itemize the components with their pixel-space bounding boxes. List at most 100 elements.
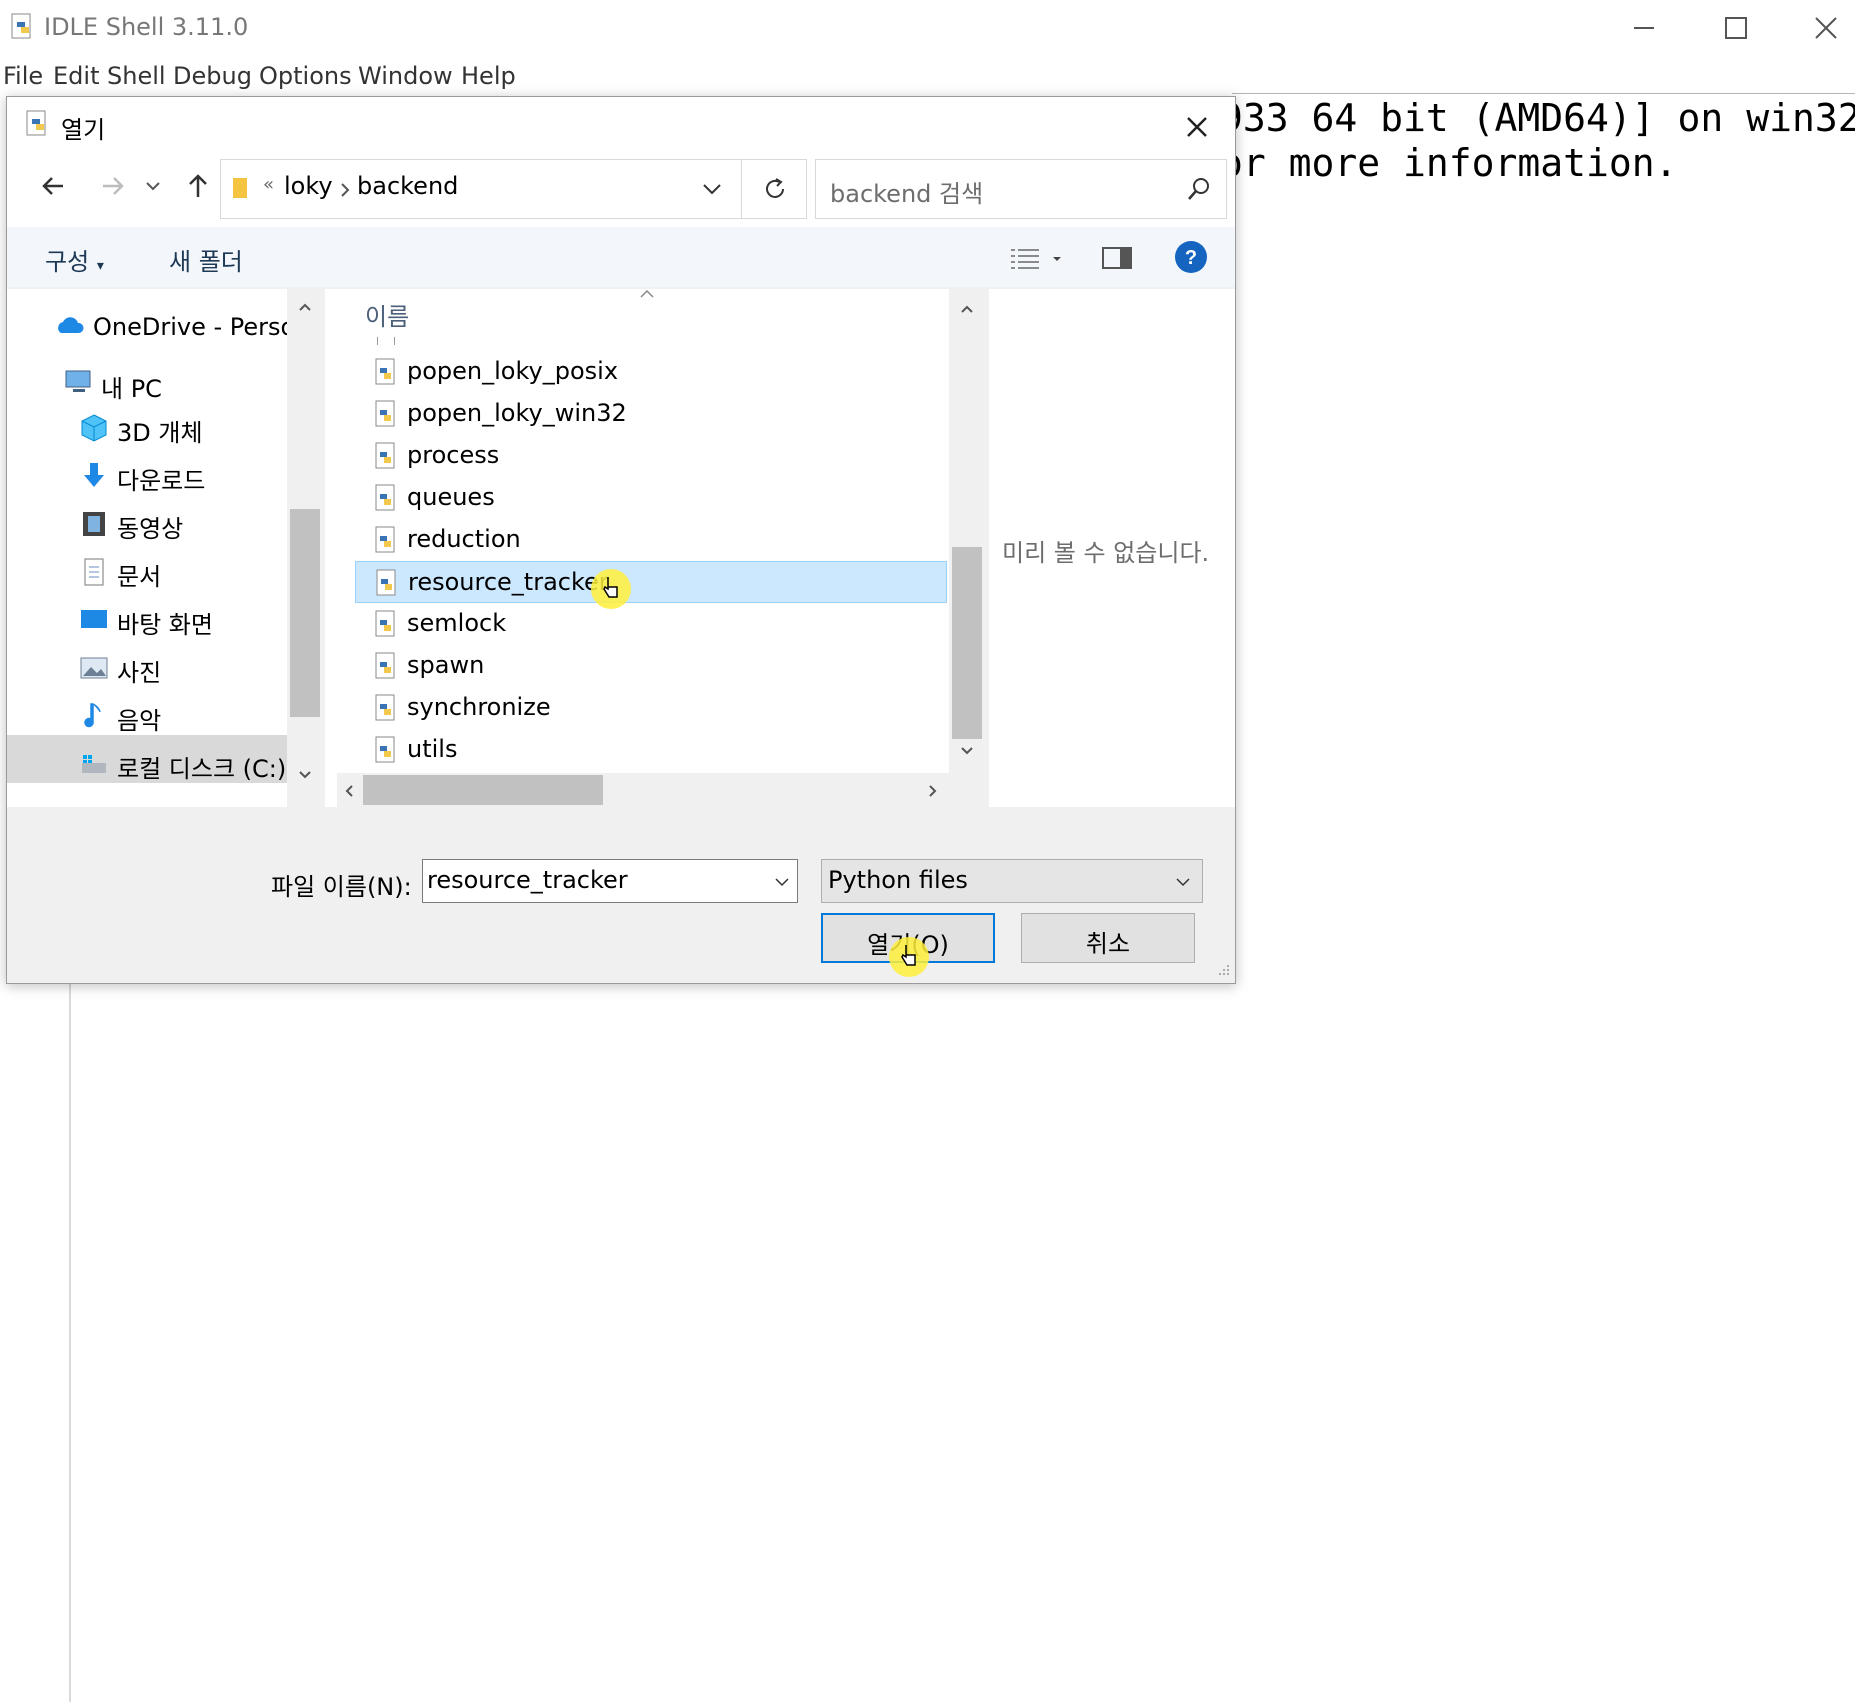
menu-options[interactable]: Options bbox=[259, 62, 352, 90]
up-arrow-icon[interactable] bbox=[179, 167, 217, 205]
file-name: semlock bbox=[407, 609, 507, 637]
scroll-right-icon[interactable] bbox=[927, 783, 939, 799]
file-row-selected[interactable]: resource_tracker bbox=[355, 561, 947, 603]
search-icon[interactable] bbox=[1186, 176, 1212, 202]
preview-unavailable-text: 미리 볼 수 없습니다. bbox=[1002, 539, 1210, 567]
chevron-down-icon[interactable] bbox=[773, 876, 791, 888]
python-file-icon bbox=[375, 652, 395, 679]
file-name: resource_tracker bbox=[408, 568, 609, 596]
new-folder-button[interactable]: 새 폴더 bbox=[169, 242, 243, 277]
scroll-down-icon[interactable] bbox=[959, 745, 975, 757]
nav-item-pictures[interactable]: 사진 bbox=[117, 653, 161, 688]
folder-icon bbox=[233, 178, 247, 198]
forward-arrow-icon[interactable] bbox=[93, 167, 131, 205]
file-list-vertical-thumb[interactable] bbox=[952, 547, 982, 739]
refresh-icon bbox=[766, 178, 784, 198]
search-placeholder: backend 검색 bbox=[830, 180, 984, 208]
scroll-down-icon[interactable] bbox=[297, 769, 313, 781]
file-name: queues bbox=[407, 483, 495, 511]
back-arrow-icon[interactable] bbox=[35, 167, 73, 205]
nav-item-videos[interactable]: 동영상 bbox=[117, 509, 183, 544]
preview-pane-icon[interactable] bbox=[1101, 245, 1133, 271]
download-icon bbox=[84, 463, 104, 487]
breadcrumb-overflow[interactable]: « bbox=[263, 174, 274, 195]
python-file-icon bbox=[26, 110, 46, 136]
python-file-icon bbox=[375, 400, 395, 427]
file-row[interactable]: process bbox=[355, 435, 947, 477]
nav-item-onedrive[interactable]: OneDrive - Persor bbox=[93, 313, 287, 341]
scroll-up-icon[interactable] bbox=[297, 301, 313, 313]
resize-grip-icon[interactable] bbox=[1217, 963, 1231, 977]
cancel-button-label: 취소 bbox=[1085, 930, 1131, 958]
recent-locations-chevron-icon[interactable] bbox=[141, 167, 165, 205]
menu-window[interactable]: Window bbox=[358, 62, 453, 90]
python-file-icon bbox=[375, 358, 395, 385]
chevron-down-icon[interactable] bbox=[1174, 876, 1192, 888]
file-row[interactable]: popen_loky_posix bbox=[355, 351, 947, 393]
address-bar[interactable]: « loky backend bbox=[220, 159, 742, 219]
menu-edit[interactable]: Edit bbox=[53, 62, 99, 90]
desktop-icon bbox=[81, 610, 107, 628]
menu-debug[interactable]: Debug bbox=[173, 62, 252, 90]
dialog-close-icon[interactable] bbox=[1177, 107, 1217, 147]
document-icon bbox=[84, 558, 104, 586]
address-dropdown-icon[interactable] bbox=[701, 180, 723, 198]
nav-item-downloads[interactable]: 다운로드 bbox=[117, 461, 205, 496]
shell-output[interactable]: 933 64 bit (AMD64)] on win32 or more info… bbox=[1220, 96, 1855, 186]
menu-help[interactable]: Help bbox=[461, 62, 516, 90]
close-icon[interactable] bbox=[1796, 8, 1855, 48]
python-file-icon bbox=[375, 484, 395, 511]
view-options-icon[interactable] bbox=[1009, 245, 1065, 271]
nav-item-3d-objects[interactable]: 3D 개체 bbox=[117, 413, 203, 448]
svg-text:?: ? bbox=[1185, 247, 1197, 269]
minimize-icon[interactable] bbox=[1614, 8, 1674, 48]
python-file-icon bbox=[11, 13, 31, 39]
video-icon bbox=[83, 512, 105, 536]
filename-value: resource_tracker bbox=[427, 866, 628, 894]
scroll-up-icon[interactable] bbox=[959, 303, 975, 315]
file-list-horizontal-thumb[interactable] bbox=[363, 775, 603, 805]
file-row[interactable]: queues bbox=[355, 477, 947, 519]
help-icon[interactable]: ? bbox=[1173, 239, 1209, 275]
file-name: spawn bbox=[407, 651, 485, 679]
file-name: utils bbox=[407, 735, 458, 763]
this-pc-icon bbox=[65, 370, 91, 392]
file-row[interactable]: utils bbox=[355, 729, 947, 771]
scroll-left-icon[interactable] bbox=[343, 783, 355, 799]
column-header-name[interactable]: 이름 bbox=[365, 297, 409, 332]
search-box[interactable]: backend 검색 bbox=[815, 159, 1227, 219]
python-file-icon bbox=[375, 736, 395, 763]
filetype-select[interactable]: Python files bbox=[821, 859, 1203, 903]
file-name: reduction bbox=[407, 525, 521, 553]
maximize-icon[interactable] bbox=[1706, 8, 1766, 48]
organize-label: 구성 bbox=[45, 248, 90, 276]
dialog-title-bar: 열기 bbox=[7, 97, 1235, 153]
refresh-button[interactable] bbox=[742, 159, 807, 219]
shell-gutter bbox=[69, 980, 71, 1702]
hand-cursor-icon bbox=[603, 577, 618, 598]
file-row[interactable]: popen_loky_win32 bbox=[355, 393, 947, 435]
title-bar: IDLE Shell 3.11.0 bbox=[0, 0, 1855, 56]
breadcrumb-backend[interactable]: backend bbox=[357, 172, 458, 200]
file-row[interactable]: semlock bbox=[355, 603, 947, 645]
file-row[interactable]: spawn bbox=[355, 645, 947, 687]
nav-item-documents[interactable]: 문서 bbox=[117, 557, 161, 592]
file-row[interactable]: synchronize bbox=[355, 687, 947, 729]
file-name: synchronize bbox=[407, 693, 551, 721]
filename-input[interactable]: resource_tracker bbox=[422, 859, 798, 903]
nav-item-music[interactable]: 음악 bbox=[117, 701, 161, 736]
file-row[interactable]: reduction bbox=[355, 519, 947, 561]
nav-item-local-disk[interactable]: 로컬 디스크 (C:) bbox=[117, 749, 286, 784]
shell-line: 933 64 bit (AMD64)] on win32 bbox=[1220, 96, 1855, 140]
organize-button[interactable]: 구성 ▾ bbox=[45, 242, 104, 277]
cancel-button[interactable]: 취소 bbox=[1021, 913, 1195, 963]
nav-scrollbar-thumb[interactable] bbox=[290, 509, 320, 717]
menu-shell[interactable]: Shell bbox=[107, 62, 166, 90]
shell-line: or more information. bbox=[1220, 141, 1678, 185]
nav-item-desktop[interactable]: 바탕 화면 bbox=[117, 605, 213, 640]
nav-item-this-pc[interactable]: 내 PC bbox=[101, 369, 162, 404]
menu-file[interactable]: File bbox=[3, 62, 43, 90]
breadcrumb-chevron-icon[interactable] bbox=[339, 182, 351, 198]
3d-objects-icon bbox=[81, 414, 107, 442]
breadcrumb-loky[interactable]: loky bbox=[284, 172, 333, 200]
